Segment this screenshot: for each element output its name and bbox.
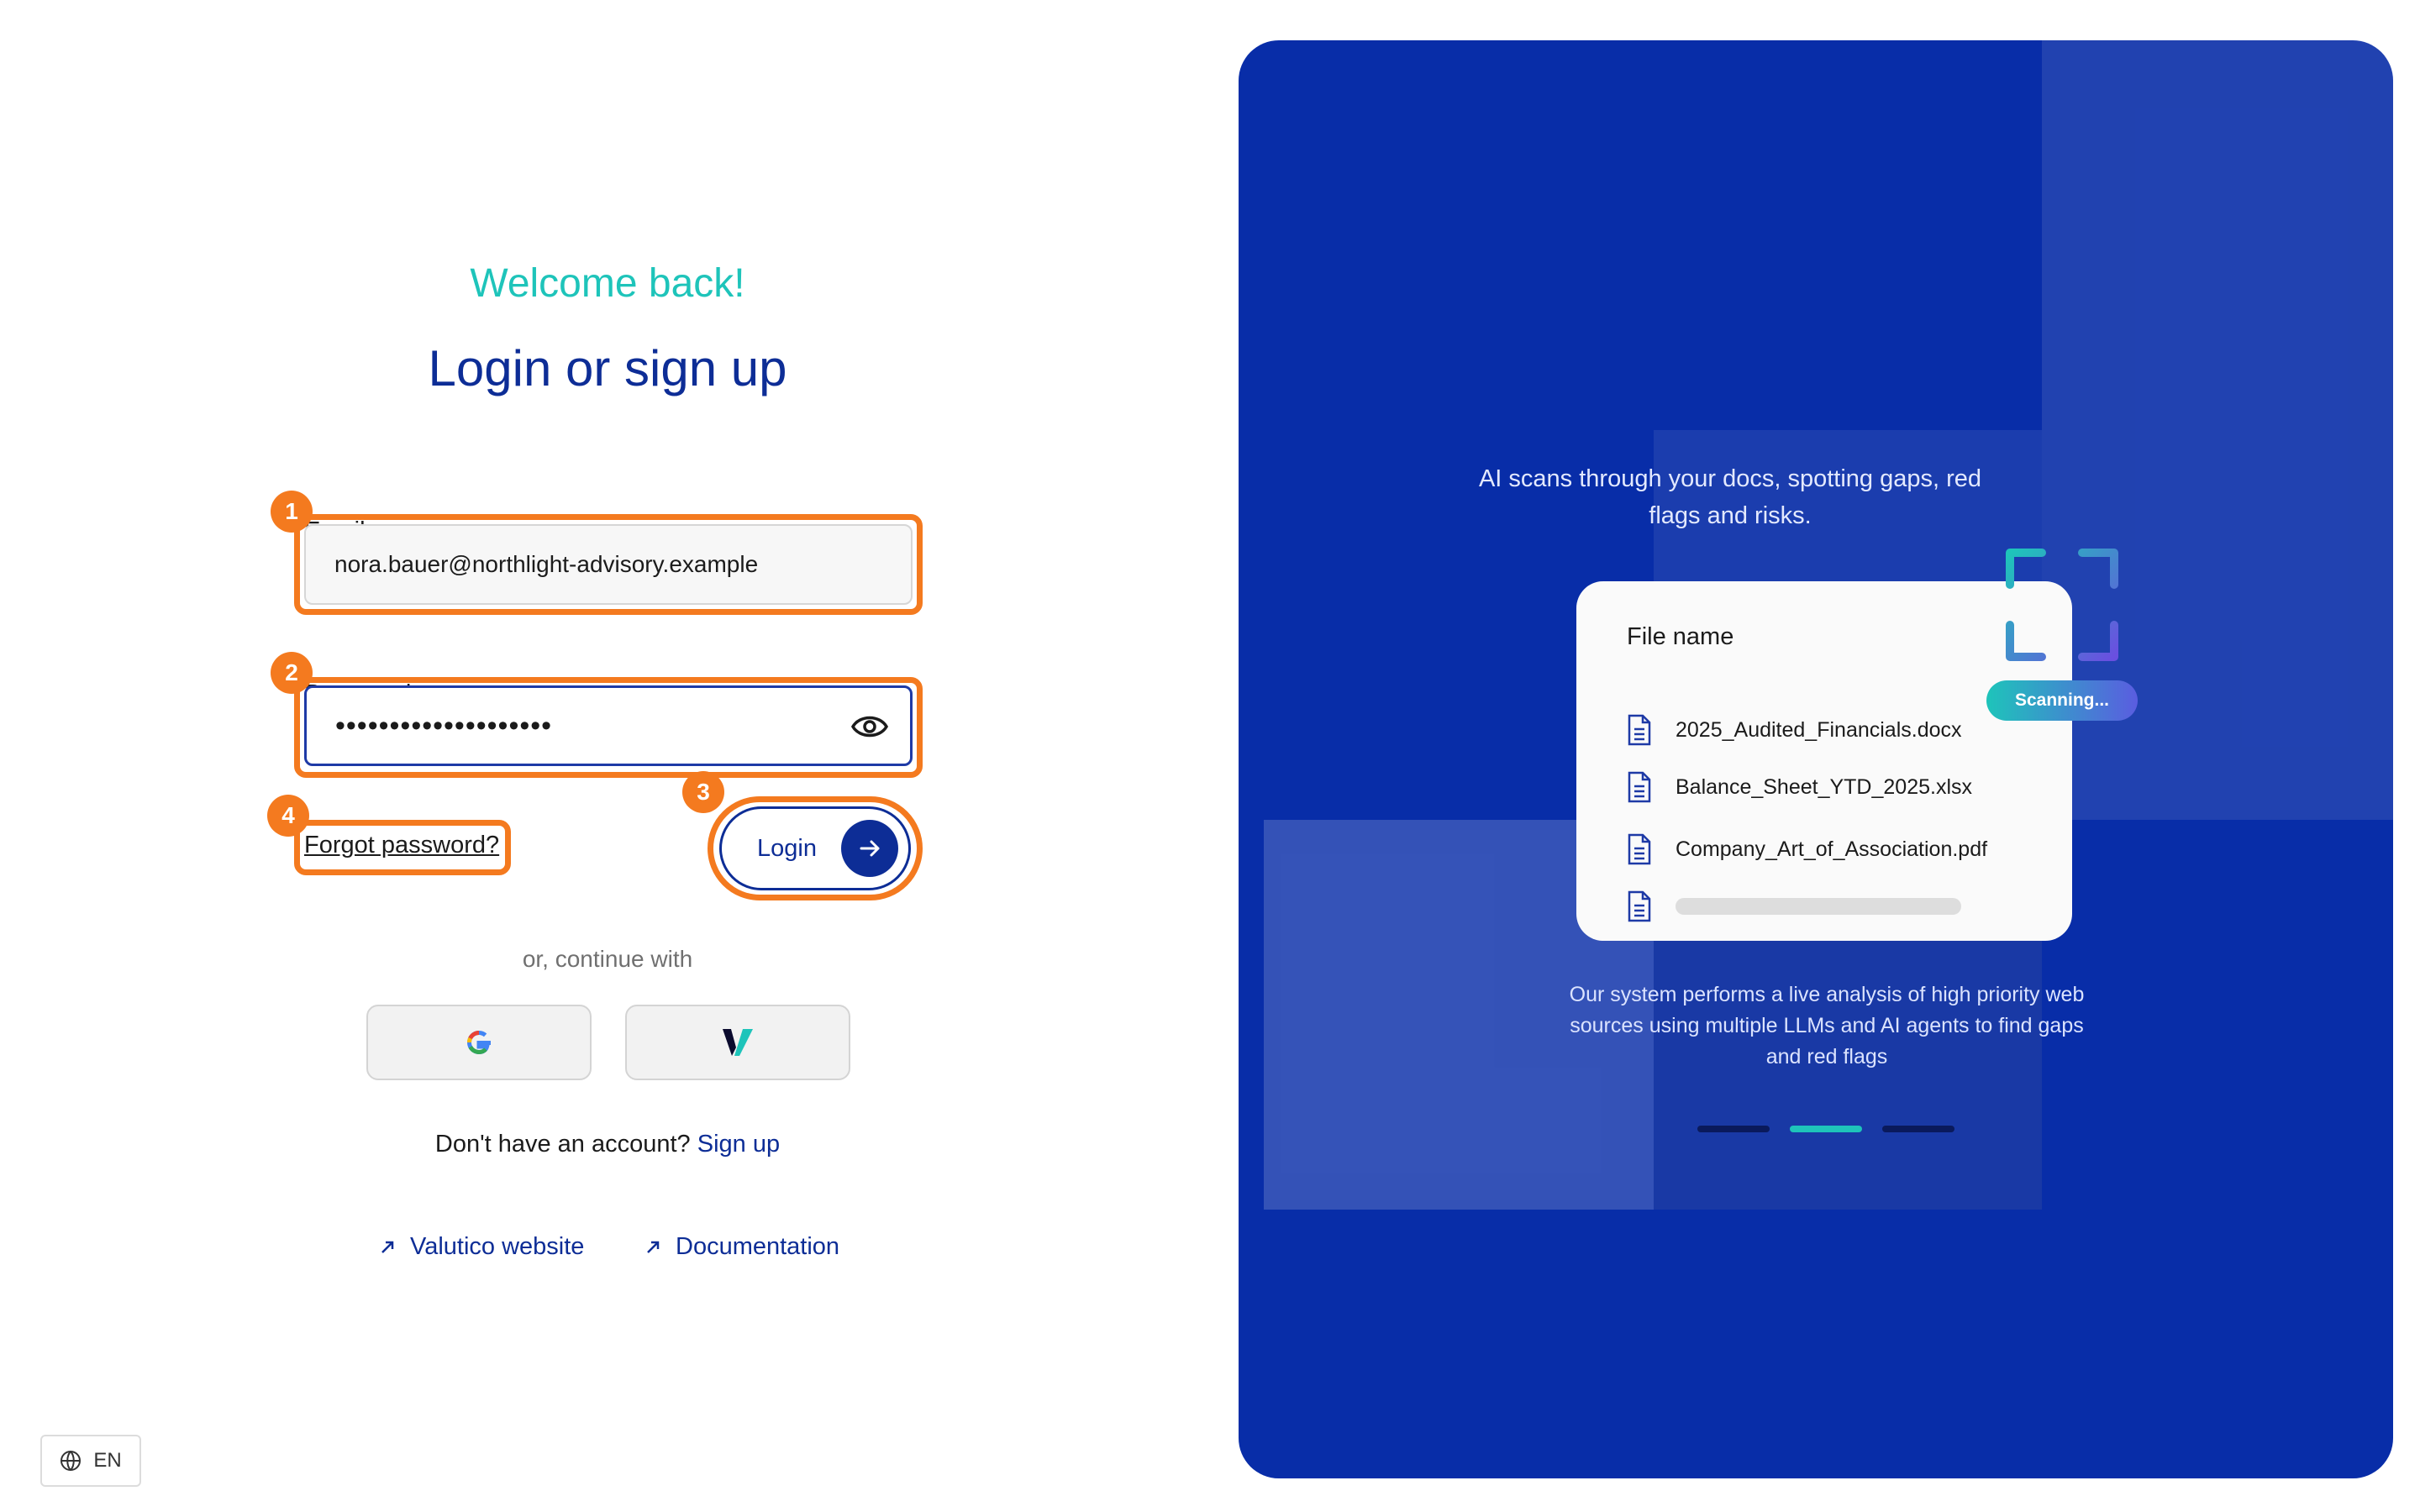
language-code: EN xyxy=(93,1449,122,1472)
external-link-icon xyxy=(647,1241,660,1253)
page-title: Login or sign up xyxy=(428,340,787,396)
promo-panel: AI scans through your docs, spotting gap… xyxy=(1239,40,2393,1478)
login-highlight xyxy=(708,796,923,900)
file-name: 2025_Audited_Financials.docx xyxy=(1676,717,1962,742)
language-selector[interactable]: EN xyxy=(40,1435,141,1487)
file-name: Balance_Sheet_YTD_2025.xlsx xyxy=(1676,774,1973,799)
file-row: Company_Art_of_Association.pdf xyxy=(1627,833,1987,865)
file-row-placeholder xyxy=(1627,890,1961,922)
document-icon xyxy=(1628,714,1651,746)
email-highlight xyxy=(294,514,923,615)
no-account-text: Don't have an account? xyxy=(434,1131,691,1158)
sign-up-link[interactable]: Sign up xyxy=(697,1131,780,1158)
document-icon xyxy=(1628,771,1651,803)
forgot-password-highlight xyxy=(294,820,511,875)
step-badge-3: 3 xyxy=(682,771,724,813)
step-badge-4: 4 xyxy=(267,795,309,837)
globe-icon xyxy=(60,1451,82,1471)
valutico-website-link[interactable]: Valutico website xyxy=(380,1233,584,1261)
signup-prompt: Don't have an account? Sign up xyxy=(0,1131,1215,1158)
file-card-title: File name xyxy=(1627,623,1734,650)
carousel-dot-active[interactable] xyxy=(1790,1126,1862,1132)
scan-frame-icon xyxy=(2006,549,2118,661)
welcome-text: Welcome back! xyxy=(470,261,745,306)
documentation-link[interactable]: Documentation xyxy=(645,1233,839,1261)
file-row: Balance_Sheet_YTD_2025.xlsx xyxy=(1627,771,1972,803)
website-link-label: Valutico website xyxy=(410,1233,585,1260)
continue-with-text: or, continue with xyxy=(522,946,693,972)
document-icon xyxy=(1628,833,1651,865)
loading-skeleton xyxy=(1676,898,1961,915)
google-login-button[interactable] xyxy=(366,1005,592,1080)
file-name: Company_Art_of_Association.pdf xyxy=(1676,837,1988,861)
documentation-link-label: Documentation xyxy=(676,1233,840,1260)
file-row: 2025_Audited_Financials.docx xyxy=(1627,714,1962,746)
google-icon xyxy=(466,1030,491,1055)
valutico-login-button[interactable] xyxy=(625,1005,850,1080)
valutico-icon xyxy=(723,1029,753,1056)
file-card: File name 2025_Audited_Financials.docx B… xyxy=(1576,581,2072,941)
carousel-dot[interactable] xyxy=(1882,1126,1954,1132)
panel-tagline: AI scans through your docs, spotting gap… xyxy=(1478,465,1982,529)
external-link-icon xyxy=(381,1241,394,1253)
carousel-indicator xyxy=(1697,1126,1954,1132)
step-badge-1: 1 xyxy=(271,491,313,533)
password-highlight xyxy=(294,677,923,778)
step-badge-2: 2 xyxy=(271,652,313,694)
document-icon xyxy=(1628,890,1651,922)
scanning-badge: Scanning... xyxy=(1986,680,2138,721)
carousel-dot[interactable] xyxy=(1697,1126,1770,1132)
panel-description: Our system performs a live analysis of h… xyxy=(1569,983,2085,1068)
